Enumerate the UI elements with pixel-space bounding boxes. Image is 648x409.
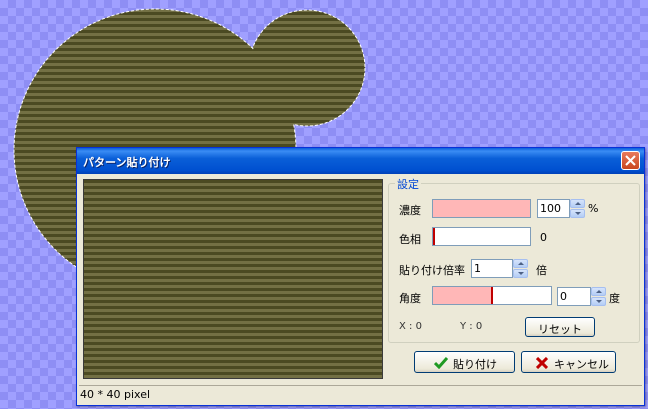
settings-group-label: 設定 xyxy=(395,176,421,192)
close-icon xyxy=(625,155,636,166)
angle-unit: 度 xyxy=(609,292,620,305)
x-coordinate-readout: X : 0 xyxy=(399,321,422,332)
density-slider[interactable] xyxy=(432,199,531,218)
cancel-button-label: キャンセル xyxy=(554,358,609,371)
scale-input[interactable]: 1 xyxy=(471,259,513,278)
angle-down-icon[interactable] xyxy=(591,297,606,306)
pattern-preview[interactable] xyxy=(83,179,383,379)
hue-label: 色相 xyxy=(399,233,421,246)
hue-value: 0 xyxy=(540,231,547,244)
paste-button[interactable]: 貼り付け xyxy=(414,351,515,373)
paste-button-label: 貼り付け xyxy=(453,358,497,371)
angle-slider-fill xyxy=(433,287,492,304)
dialog-titlebar[interactable]: パターン貼り付け xyxy=(77,148,644,174)
cancel-button[interactable]: キャンセル xyxy=(521,351,616,373)
hue-slider[interactable] xyxy=(432,227,531,246)
density-value: 100 xyxy=(540,202,561,215)
status-text: 40 * 40 pixel xyxy=(80,388,151,401)
hue-slider-marker xyxy=(433,228,435,245)
angle-spinner[interactable] xyxy=(591,287,606,306)
paste-pattern-dialog: パターン貼り付け 設定 濃度 100 % 色相 0 貼り付け倍率 1 倍 角度 … xyxy=(76,147,645,406)
reset-button-label: リセット xyxy=(538,323,582,336)
density-input[interactable]: 100 xyxy=(537,199,570,218)
angle-input[interactable]: 0 xyxy=(557,287,591,306)
density-slider-fill xyxy=(433,200,530,217)
density-unit: % xyxy=(588,202,599,215)
angle-value: 0 xyxy=(560,290,567,303)
scale-value: 1 xyxy=(474,262,481,275)
density-spinner[interactable] xyxy=(570,199,585,218)
scale-spinner[interactable] xyxy=(513,259,528,278)
scale-label: 貼り付け倍率 xyxy=(399,264,465,277)
reset-button[interactable]: リセット xyxy=(525,317,595,337)
x-icon xyxy=(536,357,548,369)
density-down-icon[interactable] xyxy=(570,209,585,218)
dialog-title: パターン貼り付け xyxy=(83,156,171,169)
scale-unit: 倍 xyxy=(536,264,547,277)
close-button[interactable] xyxy=(621,151,640,170)
density-label: 濃度 xyxy=(399,204,421,217)
scale-down-icon[interactable] xyxy=(513,269,528,278)
scale-up-icon[interactable] xyxy=(513,259,528,268)
settings-group: 設定 濃度 100 % 色相 0 貼り付け倍率 1 倍 角度 0 度 X: 0… xyxy=(388,176,640,343)
status-bar: 40 * 40 pixel xyxy=(79,385,642,403)
y-coordinate-readout: Y : 0 xyxy=(460,321,483,332)
angle-slider[interactable] xyxy=(432,286,552,305)
angle-up-icon[interactable] xyxy=(591,287,606,296)
check-icon xyxy=(434,357,448,369)
angle-slider-marker xyxy=(491,287,493,304)
density-up-icon[interactable] xyxy=(570,199,585,208)
angle-label: 角度 xyxy=(399,292,421,305)
